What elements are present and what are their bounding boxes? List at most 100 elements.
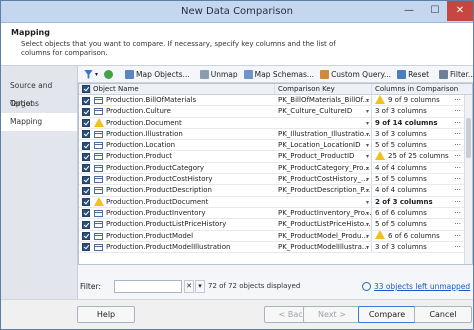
edit-columns-button[interactable]: ··· (454, 106, 461, 116)
chevron-down-icon[interactable]: ▾ (366, 197, 369, 207)
table-row[interactable]: Production.Illustration PK_Illustration_I… (79, 128, 472, 141)
next-button[interactable]: Next > (303, 306, 361, 323)
row-checkbox[interactable] (82, 119, 90, 128)
help-button[interactable]: Help (77, 306, 135, 323)
edit-columns-button[interactable]: ··· (454, 95, 461, 105)
row-checkbox[interactable] (82, 164, 90, 173)
chevron-down-icon[interactable]: ▾ (366, 163, 369, 173)
comparison-key-cell[interactable]: ▾ (275, 196, 372, 207)
chevron-down-icon[interactable]: ▾ (366, 242, 369, 252)
maximize-button[interactable]: ☐ (423, 1, 447, 21)
map-objects-button[interactable]: Map Objects... (123, 67, 192, 82)
filter-dropdown-button[interactable]: ▾ (195, 280, 205, 293)
column-header-comparison-key[interactable]: Comparison Key (275, 84, 372, 94)
comparison-key-cell[interactable]: PK_BillOfMaterials_BillOf... ▾ (275, 95, 372, 106)
chevron-down-icon[interactable]: ▾ (366, 185, 369, 195)
comparison-key-cell[interactable]: PK_ProductListPriceHisto... ▾ (275, 219, 372, 230)
filter-funnel-button[interactable]: ▾ (82, 67, 100, 82)
compare-button[interactable]: Compare (358, 306, 416, 323)
edit-columns-button[interactable]: ··· (454, 163, 461, 173)
table-row[interactable]: Production.ProductListPriceHistory PK_Pro… (79, 219, 472, 231)
comparison-key-cell[interactable]: PK_Location_LocationID ▾ (275, 140, 372, 151)
columns-in-comparison-cell[interactable]: 9 of 14 columns ··· (372, 118, 464, 128)
chevron-down-icon[interactable]: ▾ (366, 219, 369, 229)
chevron-down-icon[interactable]: ▾ (366, 95, 369, 105)
column-header-object-name[interactable]: Object Name (91, 84, 275, 94)
refresh-button[interactable] (102, 67, 117, 82)
columns-in-comparison-cell[interactable]: 3 of 3 columns ··· (372, 242, 464, 252)
table-row[interactable]: Production.ProductModel PK_ProductModel_P… (79, 230, 472, 242)
filter-button[interactable]: Filter... (437, 67, 474, 82)
custom-query-button[interactable]: Custom Query... (318, 67, 393, 82)
filter-input[interactable] (114, 280, 182, 293)
table-row[interactable]: Production.Document ▾ 9 of 14 columns ··· (79, 117, 472, 129)
columns-in-comparison-cell[interactable]: 3 of 3 columns ··· (372, 129, 464, 139)
edit-columns-button[interactable]: ··· (454, 219, 461, 229)
columns-in-comparison-cell[interactable]: 9 of 9 columns ··· (372, 95, 464, 105)
table-row[interactable]: Production.ProductCategory PK_ProductCate… (79, 162, 472, 175)
comparison-key-cell[interactable]: PK_ProductCostHistory_... ▾ (275, 174, 372, 185)
chevron-down-icon[interactable]: ▾ (366, 129, 369, 139)
edit-columns-button[interactable]: ··· (454, 231, 461, 241)
row-checkbox[interactable] (82, 141, 90, 150)
row-checkbox[interactable] (82, 198, 90, 207)
columns-in-comparison-cell[interactable]: 5 of 5 columns ··· (372, 219, 464, 229)
columns-in-comparison-cell[interactable]: 4 of 4 columns ··· (372, 185, 464, 195)
row-checkbox[interactable] (82, 130, 90, 139)
edit-columns-button[interactable]: ··· (454, 197, 461, 207)
table-row[interactable]: Production.ProductInventory PK_ProductInv… (79, 207, 472, 220)
comparison-key-cell[interactable]: PK_ProductDescription_P... ▾ (275, 185, 372, 196)
columns-in-comparison-cell[interactable]: 5 of 5 columns ··· (372, 174, 464, 184)
cancel-button[interactable]: Cancel (414, 306, 472, 323)
chevron-down-icon[interactable]: ▾ (366, 106, 369, 116)
columns-in-comparison-cell[interactable]: 2 of 3 columns ··· (372, 197, 464, 207)
row-checkbox[interactable] (82, 232, 90, 241)
comparison-key-cell[interactable]: PK_ProductModel_Produ... ▾ (275, 230, 372, 241)
minimize-button[interactable]: — (397, 1, 421, 21)
chevron-down-icon[interactable]: ▾ (366, 140, 369, 150)
row-checkbox[interactable] (82, 220, 90, 229)
table-row[interactable]: Production.ProductCostHistory PK_ProductC… (79, 174, 472, 186)
scrollbar-thumb[interactable] (466, 118, 471, 158)
edit-columns-button[interactable]: ··· (454, 208, 461, 218)
sidebar-item-mapping[interactable]: Mapping (1, 113, 77, 131)
comparison-key-cell[interactable]: PK_ProductModelIllustra... ▾ (275, 241, 372, 253)
columns-in-comparison-cell[interactable]: 6 of 6 columns ··· (372, 208, 464, 218)
row-checkbox[interactable] (82, 107, 90, 116)
edit-columns-button[interactable]: ··· (454, 242, 461, 252)
chevron-down-icon[interactable]: ▾ (366, 151, 369, 161)
table-row[interactable]: Production.ProductDescription PK_ProductD… (79, 185, 472, 197)
table-row[interactable]: Production.BillOfMaterials PK_BillOfMater… (79, 95, 472, 107)
sidebar-item-options[interactable]: Options (1, 95, 77, 113)
comparison-key-cell[interactable]: PK_Illustration_Illustratio... ▾ (275, 128, 372, 140)
edit-columns-button[interactable]: ··· (454, 151, 461, 161)
row-checkbox[interactable] (82, 186, 90, 195)
table-row[interactable]: Production.Culture PK_Culture_CultureID ▾ 3… (79, 106, 472, 118)
edit-columns-button[interactable]: ··· (454, 174, 461, 184)
comparison-key-cell[interactable]: ▾ (275, 117, 372, 128)
unmap-button[interactable]: Unmap (198, 67, 240, 82)
reset-button[interactable]: Reset (395, 67, 431, 82)
table-row[interactable]: Production.ProductDocument ▾ 2 of 3 column… (79, 196, 472, 208)
chevron-down-icon[interactable]: ▾ (366, 208, 369, 218)
columns-in-comparison-cell[interactable]: 25 of 25 columns ··· (372, 151, 464, 161)
table-row[interactable]: Production.ProductModelIllustration PK_Pr… (79, 241, 472, 254)
edit-columns-button[interactable]: ··· (454, 129, 461, 139)
comparison-key-cell[interactable]: PK_Culture_CultureID ▾ (275, 106, 372, 117)
row-checkbox[interactable] (82, 96, 90, 105)
row-checkbox[interactable] (82, 152, 90, 161)
vertical-scrollbar[interactable] (464, 95, 472, 264)
unmapped-objects-link[interactable]: 33 objects left unmapped (374, 282, 470, 291)
columns-in-comparison-cell[interactable]: 5 of 5 columns ··· (372, 140, 464, 150)
comparison-key-cell[interactable]: PK_ProductInventory_Pro... ▾ (275, 207, 372, 219)
chevron-down-icon[interactable]: ▾ (366, 118, 369, 128)
chevron-down-icon[interactable]: ▾ (366, 231, 369, 241)
row-checkbox[interactable] (82, 175, 90, 184)
column-header-columns-in-comparison[interactable]: Columns in Comparison (372, 84, 472, 94)
edit-columns-button[interactable]: ··· (454, 140, 461, 150)
edit-columns-button[interactable]: ··· (454, 118, 461, 128)
comparison-key-cell[interactable]: PK_ProductCategory_Pro... ▾ (275, 162, 372, 174)
columns-in-comparison-cell[interactable]: 4 of 4 columns ··· (372, 163, 464, 173)
row-checkbox[interactable] (82, 209, 90, 218)
table-row[interactable]: Production.Product PK_Product_ProductID ▾ 2… (79, 151, 472, 163)
